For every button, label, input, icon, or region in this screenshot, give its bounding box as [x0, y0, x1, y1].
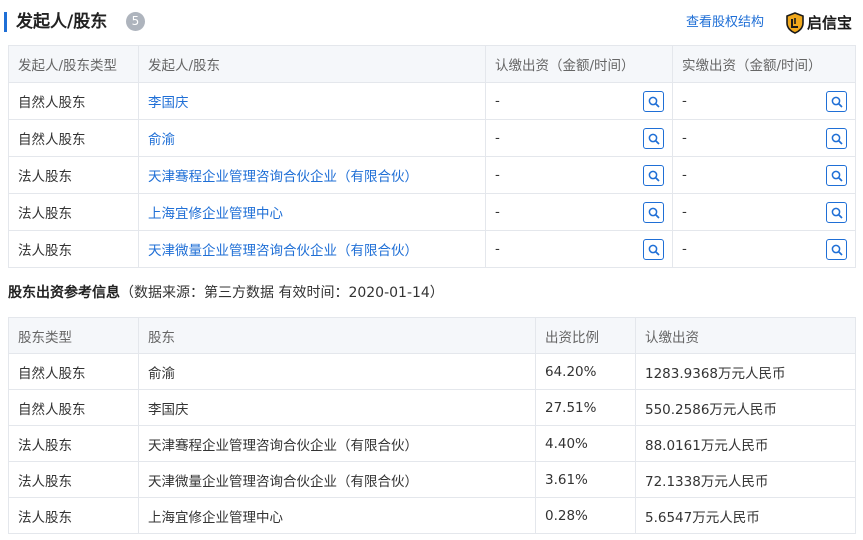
paid-cell: -	[672, 119, 856, 157]
table-row: 法人股东 天津微量企业管理咨询合伙企业（有限合伙） - -	[8, 230, 856, 268]
paid-cell: -	[672, 230, 856, 268]
shield-logo-icon	[786, 12, 804, 34]
table-row: 法人股东 天津骞程企业管理咨询合伙企业（有限合伙） 4.40% 88.0161万…	[8, 425, 856, 462]
subscribed-value: -	[495, 204, 500, 220]
shareholder-type: 法人股东	[8, 497, 139, 534]
search-icon[interactable]	[643, 91, 664, 112]
reference-info-note: （数据来源：第三方数据 有效时间：2020-01-14）	[120, 285, 444, 301]
search-icon[interactable]	[643, 202, 664, 223]
column-header: 发起人/股东类型	[8, 45, 139, 83]
paid-value: -	[682, 93, 687, 109]
column-header: 发起人/股东	[138, 45, 486, 83]
paid-cell: -	[672, 82, 856, 120]
accent-bar	[4, 12, 7, 32]
shareholder-type: 法人股东	[8, 230, 139, 268]
table-row: 法人股东 上海宜修企业管理中心 0.28% 5.6547万元人民币	[8, 497, 856, 534]
subscribed-value: -	[495, 167, 500, 183]
shareholder-type: 自然人股东	[8, 82, 139, 120]
shareholder-name-link[interactable]: 俞渝	[138, 119, 486, 157]
search-icon[interactable]	[643, 165, 664, 186]
reference-info-title: 股东出资参考信息	[8, 285, 120, 301]
view-equity-structure-link[interactable]: 查看股权结构	[686, 14, 764, 32]
paid-value: -	[682, 241, 687, 257]
paid-value: -	[682, 167, 687, 183]
search-icon[interactable]	[643, 239, 664, 260]
shareholder-type: 法人股东	[8, 156, 139, 194]
paid-value: -	[682, 130, 687, 146]
column-header: 股东	[138, 317, 536, 354]
shareholder-name: 俞渝	[138, 353, 536, 390]
subscribed-cell: -	[485, 82, 673, 120]
shareholder-name: 天津骞程企业管理咨询合伙企业（有限合伙）	[138, 425, 536, 462]
search-icon[interactable]	[643, 128, 664, 149]
shareholder-type: 自然人股东	[8, 119, 139, 157]
contribution-ratio: 27.51%	[535, 389, 636, 426]
shareholder-type: 自然人股东	[8, 353, 139, 390]
shareholder-type: 法人股东	[8, 461, 139, 498]
table-header-row: 发起人/股东类型 发起人/股东 认缴出资（金额/时间） 实缴出资（金额/时间）	[8, 45, 856, 83]
column-header: 认缴出资	[635, 317, 856, 354]
subscribed-amount: 550.2586万元人民币	[635, 389, 856, 426]
subscribed-cell: -	[485, 230, 673, 268]
reference-info: 股东出资参考信息（数据来源：第三方数据 有效时间：2020-01-14）	[8, 283, 444, 303]
table-row: 自然人股东 俞渝 64.20% 1283.9368万元人民币	[8, 353, 856, 390]
paid-cell: -	[672, 193, 856, 231]
table-row: 法人股东 上海宜修企业管理中心 - -	[8, 193, 856, 231]
table-row: 法人股东 天津骞程企业管理咨询合伙企业（有限合伙） - -	[8, 156, 856, 194]
shareholder-count-badge: 5	[126, 12, 145, 31]
table-row: 自然人股东 李国庆 27.51% 550.2586万元人民币	[8, 389, 856, 426]
brand-name: 启信宝	[807, 14, 853, 32]
contribution-ratio: 4.40%	[535, 425, 636, 462]
table-header-row: 股东类型 股东 出资比例 认缴出资	[8, 317, 856, 354]
table-row: 法人股东 天津微量企业管理咨询合伙企业（有限合伙） 3.61% 72.1338万…	[8, 461, 856, 498]
subscribed-amount: 1283.9368万元人民币	[635, 353, 856, 390]
search-icon[interactable]	[826, 239, 847, 260]
column-header: 实缴出资（金额/时间）	[672, 45, 856, 83]
subscribed-cell: -	[485, 193, 673, 231]
subscribed-amount: 88.0161万元人民币	[635, 425, 856, 462]
column-header: 股东类型	[8, 317, 139, 354]
shareholder-type: 自然人股东	[8, 389, 139, 426]
shareholder-name: 天津微量企业管理咨询合伙企业（有限合伙）	[138, 461, 536, 498]
search-icon[interactable]	[826, 128, 847, 149]
shareholder-name-link[interactable]: 上海宜修企业管理中心	[138, 193, 486, 231]
contribution-ratio: 3.61%	[535, 461, 636, 498]
table-row: 自然人股东 俞渝 - -	[8, 119, 856, 157]
search-icon[interactable]	[826, 91, 847, 112]
subscribed-value: -	[495, 130, 500, 146]
shareholder-name-link[interactable]: 天津骞程企业管理咨询合伙企业（有限合伙）	[138, 156, 486, 194]
shareholder-name-link[interactable]: 天津微量企业管理咨询合伙企业（有限合伙）	[138, 230, 486, 268]
founders-table: 发起人/股东类型 发起人/股东 认缴出资（金额/时间） 实缴出资（金额/时间） …	[8, 45, 856, 268]
paid-cell: -	[672, 156, 856, 194]
search-icon[interactable]	[826, 202, 847, 223]
shareholder-name: 上海宜修企业管理中心	[138, 497, 536, 534]
search-icon[interactable]	[826, 165, 847, 186]
shareholder-name-link[interactable]: 李国庆	[138, 82, 486, 120]
column-header: 认缴出资（金额/时间）	[485, 45, 673, 83]
section-header: 发起人/股东 5 查看股权结构 启信宝	[0, 0, 863, 42]
shareholder-name: 李国庆	[138, 389, 536, 426]
contribution-ratio: 64.20%	[535, 353, 636, 390]
column-header: 出资比例	[535, 317, 636, 354]
subscribed-amount: 72.1338万元人民币	[635, 461, 856, 498]
shareholder-type: 法人股东	[8, 193, 139, 231]
subscribed-cell: -	[485, 119, 673, 157]
contribution-table: 股东类型 股东 出资比例 认缴出资 自然人股东 俞渝 64.20% 1283.9…	[8, 317, 856, 534]
shareholder-type: 法人股东	[8, 425, 139, 462]
subscribed-value: -	[495, 93, 500, 109]
subscribed-cell: -	[485, 156, 673, 194]
subscribed-amount: 5.6547万元人民币	[635, 497, 856, 534]
table-row: 自然人股东 李国庆 - -	[8, 82, 856, 120]
subscribed-value: -	[495, 241, 500, 257]
paid-value: -	[682, 204, 687, 220]
contribution-ratio: 0.28%	[535, 497, 636, 534]
section-title: 发起人/股东	[16, 12, 108, 32]
